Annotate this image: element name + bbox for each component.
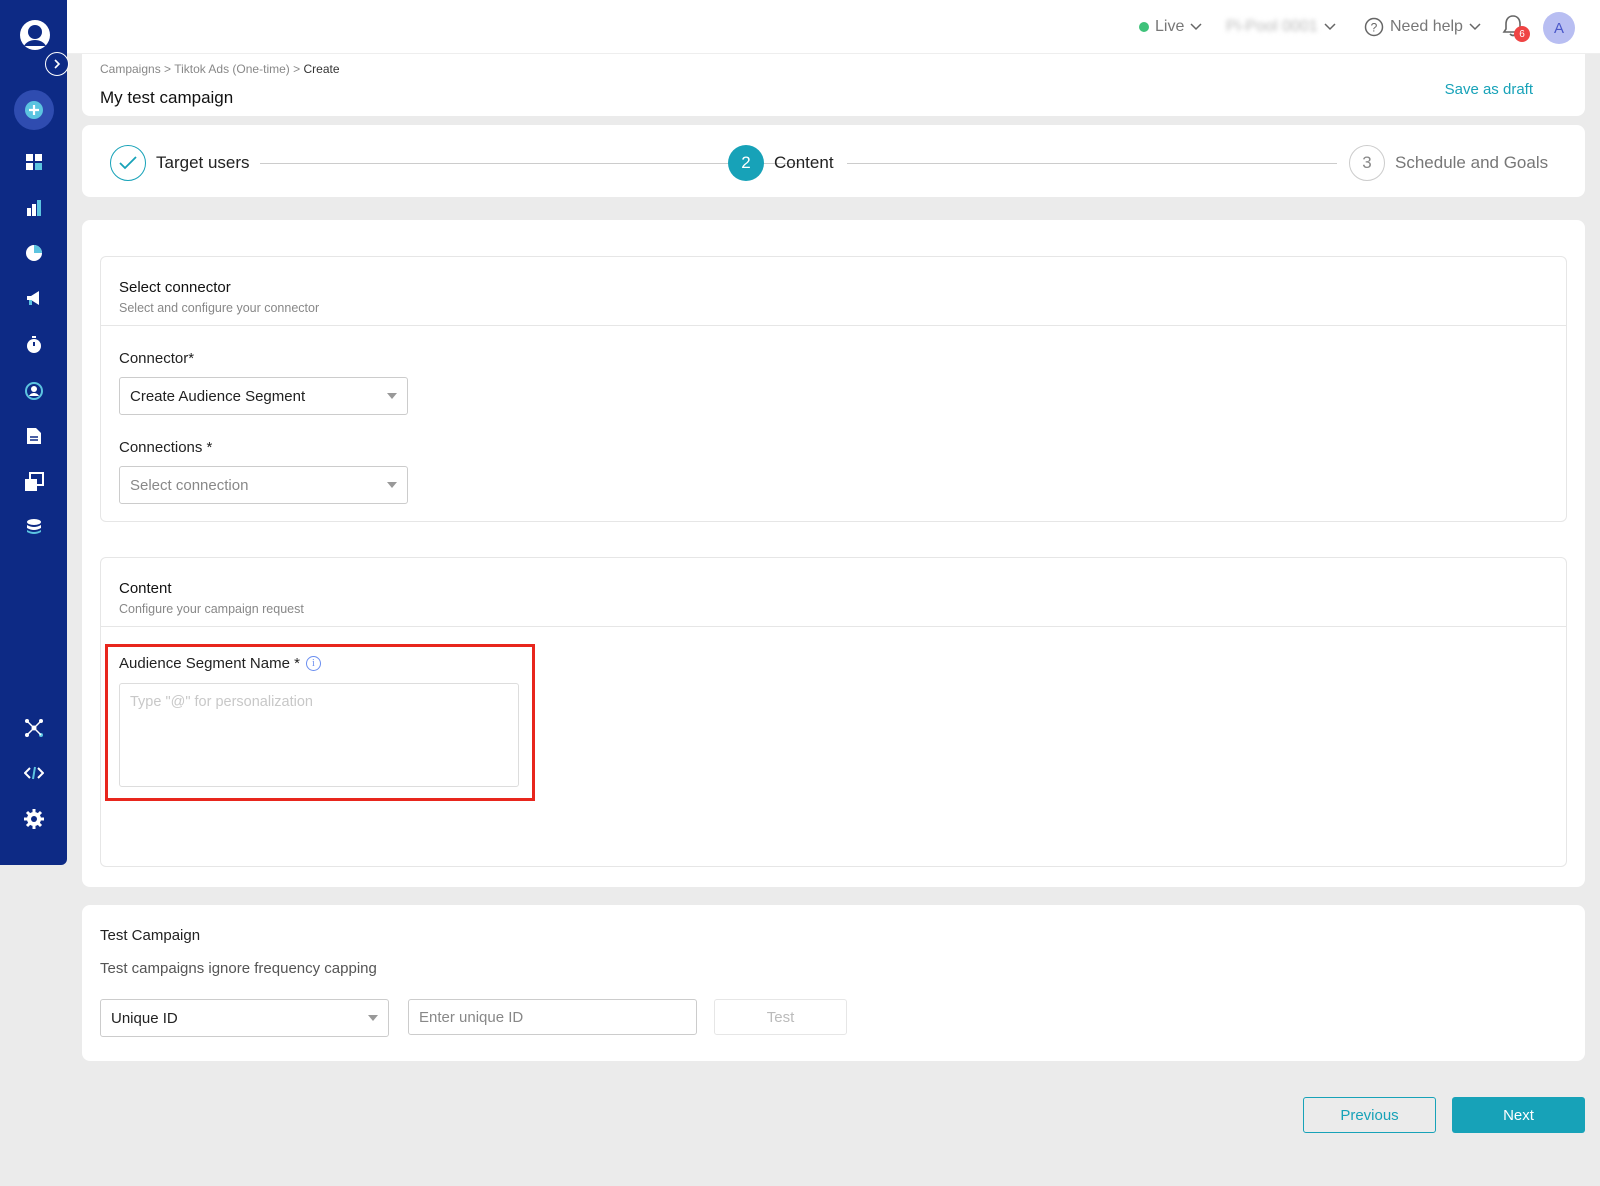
step-label: Schedule and Goals [1395,153,1549,172]
breadcrumb-separator: > [164,62,172,76]
connector-section: Select connector Select and configure yo… [100,256,1567,522]
caret-down-icon [368,1015,378,1021]
gear-icon[interactable] [22,807,46,831]
breadcrumb-separator: > [293,62,301,76]
caret-down-icon [387,482,397,488]
connector-label: Connector* [119,350,195,367]
test-campaign-title: Test Campaign [100,927,201,944]
step-target-users[interactable]: Target users [110,145,250,181]
stepper: Target users 2 Content 3 Schedule and Go… [82,125,1585,197]
connector-value: Create Audience Segment [130,387,306,405]
svg-text:?: ? [1371,21,1378,35]
id-type-select[interactable]: Unique ID [100,999,389,1037]
content-section: Content Configure your campaign request … [100,557,1567,867]
highlight-box [105,644,535,801]
breadcrumb: Campaigns > Tiktok Ads (One-time) > Crea… [100,62,340,76]
main-card: Select connector Select and configure yo… [82,220,1585,887]
step-connector-line [260,163,803,164]
test-button[interactable]: Test [714,999,847,1035]
section-header: Content Configure your campaign request [101,558,1566,627]
section-subtitle: Configure your campaign request [119,602,304,616]
chevron-down-icon [1190,23,1202,31]
notification-count-badge: 6 [1514,26,1530,42]
connections-select[interactable]: Select connection [119,466,408,504]
title-card: Campaigns > Tiktok Ads (One-time) > Crea… [82,54,1585,116]
environment-label: Live [1155,18,1185,35]
section-subtitle: Select and configure your connector [119,301,320,315]
help-dropdown[interactable]: ? Need help [1364,16,1481,38]
check-icon [110,145,146,181]
step-schedule-and-goals[interactable]: 3 Schedule and Goals [1349,145,1548,181]
sidebar [0,0,69,865]
timer-icon[interactable] [22,333,46,357]
step-number: 2 [728,145,764,181]
unique-id-input[interactable]: Enter unique ID [408,999,697,1035]
save-as-draft-link[interactable]: Save as draft [1445,81,1533,98]
workspace-label: Pi-Pool 0001 [1226,18,1318,35]
previous-button[interactable]: Previous [1303,1097,1436,1133]
section-title: Content [119,580,172,597]
code-icon[interactable] [22,761,46,785]
step-connector-line [847,163,1337,164]
step-label: Target users [156,153,250,172]
gallery-icon[interactable] [22,470,46,494]
environment-dropdown[interactable]: Live [1139,16,1202,38]
chevron-down-icon [1469,23,1481,31]
help-label: Need help [1390,18,1463,35]
section-title: Select connector [119,279,231,296]
live-status-icon [1139,22,1149,32]
breadcrumb-campaigns[interactable]: Campaigns [100,62,161,76]
dashboard-icon[interactable] [22,150,46,174]
unique-id-placeholder: Enter unique ID [419,1008,524,1026]
caret-down-icon [387,393,397,399]
section-header: Select connector Select and configure yo… [101,257,1566,326]
breadcrumb-tiktok-ads[interactable]: Tiktok Ads (One-time) [174,62,290,76]
profile-logo-icon[interactable] [18,18,52,52]
chevron-down-icon [1324,23,1336,31]
connector-select[interactable]: Create Audience Segment [119,377,408,415]
step-number: 3 [1349,145,1385,181]
pie-chart-icon[interactable] [22,241,46,265]
next-button[interactable]: Next [1452,1097,1585,1133]
document-icon[interactable] [22,424,46,448]
avatar[interactable]: A [1543,12,1575,44]
database-icon[interactable] [22,515,46,539]
test-campaign-subtitle: Test campaigns ignore frequency capping [100,960,377,977]
bar-chart-icon[interactable] [22,196,46,220]
step-label: Content [774,153,834,172]
id-type-value: Unique ID [111,1009,178,1027]
page-title: My test campaign [100,88,234,107]
user-target-icon[interactable] [22,379,46,403]
expand-icon[interactable] [45,52,69,76]
notifications-button[interactable]: 6 [1502,14,1532,44]
step-content[interactable]: 2 Content [728,145,834,181]
integrations-icon[interactable] [22,716,46,740]
add-icon[interactable] [14,90,54,130]
test-campaign-card: Test Campaign Test campaigns ignore freq… [82,905,1585,1061]
breadcrumb-create: Create [303,62,340,76]
workspace-dropdown[interactable]: Pi-Pool 0001 [1226,16,1336,38]
connections-label: Connections * [119,439,213,456]
help-icon: ? [1364,17,1384,37]
megaphone-icon[interactable] [22,286,46,310]
connections-placeholder: Select connection [130,476,249,494]
